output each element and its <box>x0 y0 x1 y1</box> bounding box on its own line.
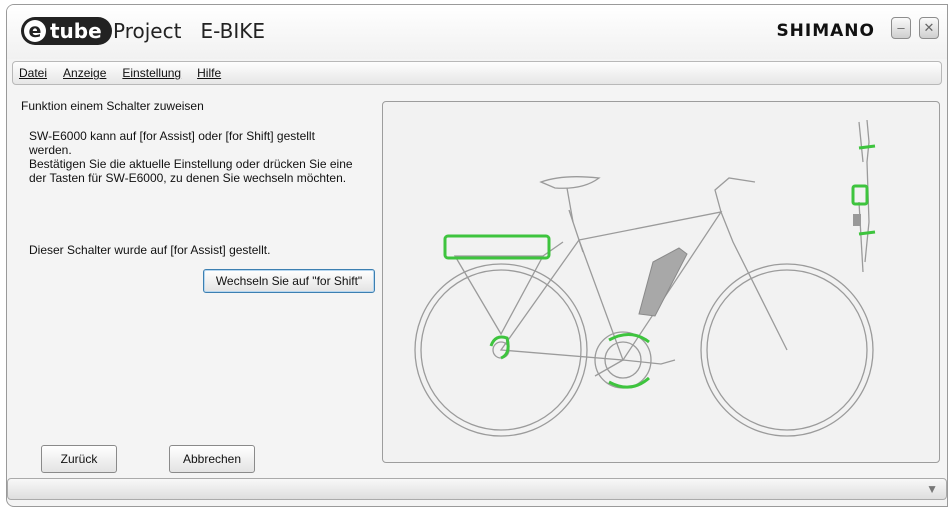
menu-datei[interactable]: Datei <box>19 66 47 80</box>
close-button[interactable]: ✕ <box>919 17 939 39</box>
saddle <box>539 176 601 189</box>
rack-highlight <box>443 234 551 260</box>
menu-einstellung[interactable]: Einstellung <box>122 66 181 80</box>
menu-hilfe[interactable]: Hilfe <box>197 66 221 80</box>
title-bar: e tube Project E-BIKE SHIMANO – ✕ <box>7 5 947 59</box>
back-button[interactable]: Zurück <box>41 445 117 473</box>
switch-to-shift-button[interactable]: Wechseln Sie auf "for Shift" <box>203 269 375 293</box>
cancel-button[interactable]: Abbrechen <box>169 445 255 473</box>
app-window: e tube Project E-BIKE SHIMANO – ✕ Datei … <box>6 4 948 507</box>
filter-icon[interactable]: ▼ <box>926 482 938 496</box>
menu-anzeige[interactable]: Anzeige <box>63 66 106 80</box>
logo-e-mark: e <box>24 20 46 42</box>
switch-status-text: Dieser Schalter wurde auf [for Assist] g… <box>29 243 271 257</box>
display-unit-icon <box>853 214 861 226</box>
close-icon: ✕ <box>923 20 935 35</box>
menu-bar: Datei Anzeige Einstellung Hilfe <box>12 61 942 85</box>
minimize-button[interactable]: – <box>891 17 911 39</box>
battery-icon <box>638 247 688 317</box>
etube-logo: e tube <box>21 17 112 45</box>
panel-heading: Funktion einem Schalter zuweisen <box>21 99 204 113</box>
shimano-brand: SHIMANO <box>776 21 875 41</box>
logo-pill: e tube <box>21 17 112 45</box>
status-bar: ▼ <box>7 478 947 500</box>
panel-description: SW-E6000 kann auf [for Assist] oder [for… <box>29 129 353 185</box>
app-title: Project E-BIKE <box>113 19 266 43</box>
minimize-icon: – <box>897 20 905 35</box>
settings-panel: Funktion einem Schalter zuweisen SW-E600… <box>17 95 377 473</box>
bike-illustration-panel <box>382 101 940 463</box>
bike-illustration <box>414 119 876 437</box>
logo-tube-text: tube <box>50 19 102 43</box>
handlebar-switch-highlight <box>851 184 869 206</box>
